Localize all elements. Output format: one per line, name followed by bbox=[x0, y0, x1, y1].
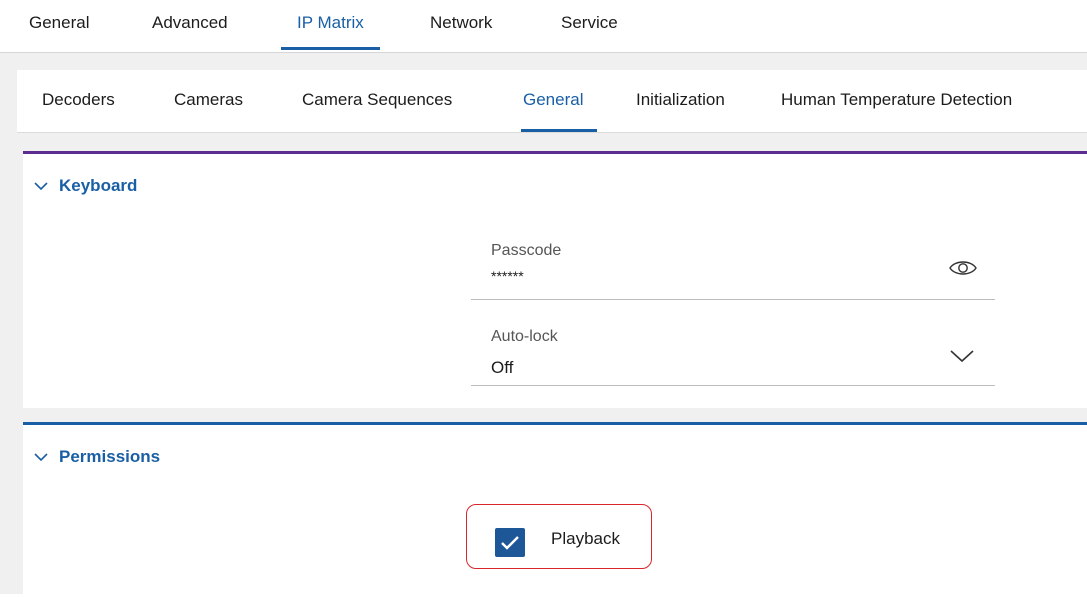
permissions-section-title: Permissions bbox=[59, 447, 161, 466]
passcode-field[interactable]: Passcode ****** bbox=[471, 242, 995, 300]
tab-ip-matrix[interactable]: IP Matrix bbox=[297, 13, 364, 33]
autolock-label: Auto-lock bbox=[491, 328, 558, 345]
tab-advanced[interactable]: Advanced bbox=[152, 13, 228, 33]
tab-general[interactable]: General bbox=[29, 13, 89, 33]
checkmark-icon bbox=[501, 536, 519, 550]
subtab-decoders[interactable]: Decoders bbox=[42, 90, 115, 110]
subtab-camera-sequences[interactable]: Camera Sequences bbox=[302, 90, 452, 110]
active-subtab-indicator bbox=[521, 129, 597, 132]
subtab-human-temperature-detection[interactable]: Human Temperature Detection bbox=[781, 90, 1012, 110]
playback-option[interactable]: Playback bbox=[466, 504, 652, 569]
passcode-value[interactable]: ****** bbox=[491, 268, 524, 284]
tab-network[interactable]: Network bbox=[430, 13, 492, 33]
subtab-initialization[interactable]: Initialization bbox=[636, 90, 725, 110]
permissions-panel: Permissions Playback bbox=[23, 422, 1087, 597]
keyboard-section-title: Keyboard bbox=[59, 176, 138, 195]
passcode-label: Passcode bbox=[491, 242, 562, 259]
tab-service[interactable]: Service bbox=[561, 13, 618, 33]
active-tab-indicator bbox=[281, 47, 380, 50]
chevron-down-icon[interactable] bbox=[949, 348, 975, 364]
playback-checkbox[interactable] bbox=[495, 528, 525, 557]
keyboard-panel: Keyboard Passcode ****** Auto-lock Off bbox=[23, 151, 1087, 408]
permissions-section-toggle[interactable]: Permissions bbox=[31, 447, 160, 467]
subtab-general[interactable]: General bbox=[523, 90, 583, 110]
autolock-value: Off bbox=[491, 358, 514, 377]
autolock-dropdown[interactable]: Auto-lock Off bbox=[471, 328, 995, 386]
playback-label: Playback bbox=[551, 529, 620, 548]
keyboard-section-toggle[interactable]: Keyboard bbox=[31, 176, 137, 196]
chevron-down-icon bbox=[34, 453, 48, 462]
eye-icon[interactable] bbox=[947, 257, 979, 279]
subtab-cameras[interactable]: Cameras bbox=[174, 90, 243, 110]
top-tab-bar: General Advanced IP Matrix Network Servi… bbox=[0, 0, 1087, 53]
sub-tab-bar: Decoders Cameras Camera Sequences Genera… bbox=[17, 70, 1087, 133]
chevron-down-icon bbox=[34, 182, 48, 191]
